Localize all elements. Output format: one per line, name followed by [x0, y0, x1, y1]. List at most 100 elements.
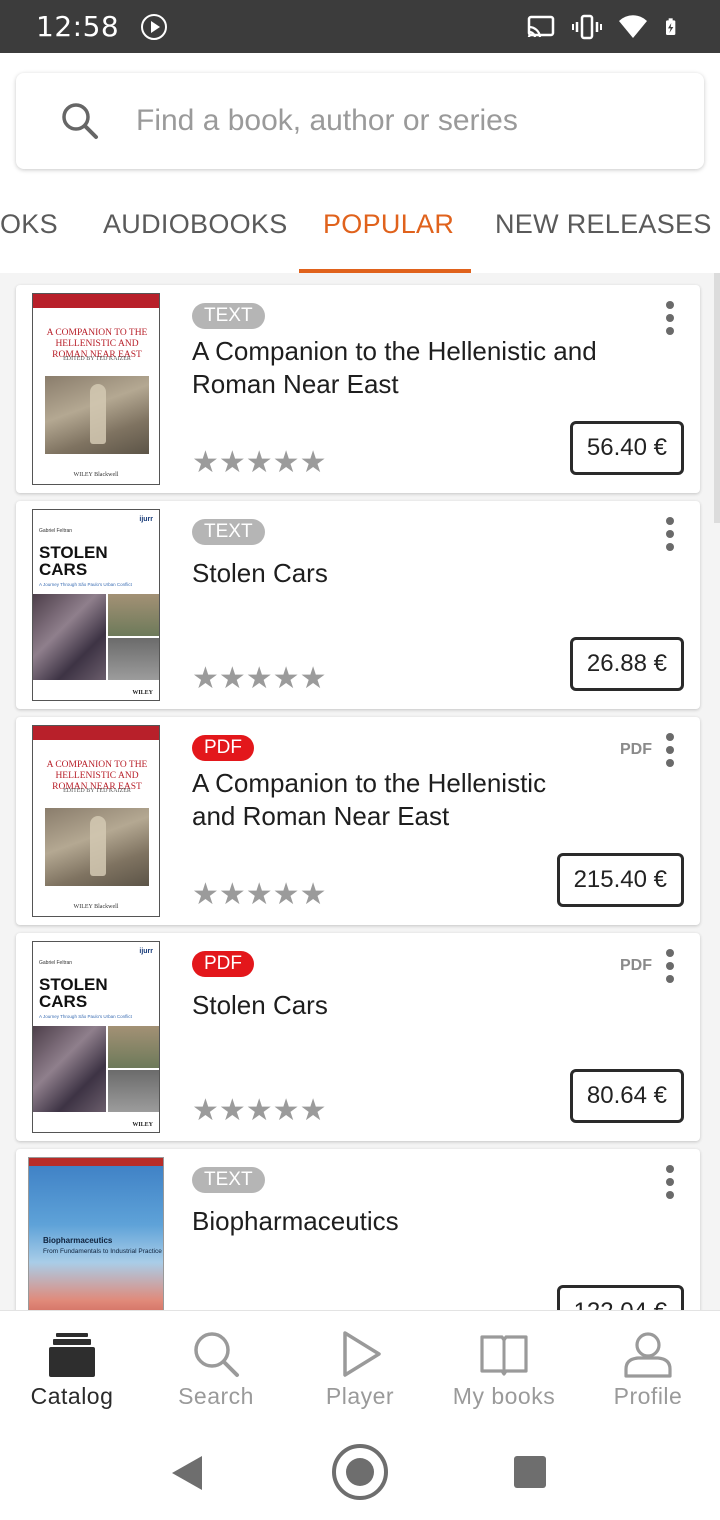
- play-icon: [343, 1331, 381, 1377]
- scrollbar[interactable]: [714, 273, 720, 523]
- cover-subtitle: A Journey Through São Paulo's Urban Conf…: [39, 1014, 132, 1019]
- cover-band: [33, 726, 159, 740]
- rating-stars: ★★★★★: [192, 662, 327, 695]
- book-card[interactable]: ijurr Gabriel Feltran STOLEN CARS A Jour…: [16, 933, 700, 1141]
- cover-band: [33, 294, 159, 308]
- statue-figure: [90, 816, 106, 876]
- status-icons: [526, 14, 684, 40]
- nav-my-books[interactable]: My books: [432, 1311, 576, 1427]
- book-title[interactable]: Biopharmaceutics: [192, 1205, 652, 1238]
- nav-catalog[interactable]: Catalog: [0, 1311, 144, 1427]
- cover-subtitle: A Journey Through São Paulo's Urban Conf…: [39, 582, 132, 587]
- book-cover[interactable]: Biopharmaceutics From Fundamentals to In…: [28, 1157, 164, 1310]
- book-card[interactable]: ijurr Gabriel Feltran STOLEN CARS A Jour…: [16, 501, 700, 709]
- cover-title: Biopharmaceutics: [43, 1236, 113, 1245]
- tab-popular[interactable]: POPULAR: [323, 209, 454, 240]
- recent-apps-icon[interactable]: [514, 1456, 546, 1488]
- price-button[interactable]: 26.88 €: [569, 637, 684, 691]
- cover-artwork: [45, 376, 149, 454]
- more-options-icon[interactable]: [664, 1165, 676, 1199]
- price-button[interactable]: 80.64 €: [569, 1069, 684, 1123]
- nav-label: Player: [325, 1383, 395, 1409]
- cover-brand: ijurr: [139, 948, 153, 955]
- nav-label: Search: [178, 1383, 254, 1409]
- wifi-icon: [619, 14, 647, 38]
- book-cover[interactable]: ijurr Gabriel Feltran STOLEN CARS A Jour…: [32, 509, 160, 701]
- rating-stars: ★★★★★: [192, 446, 327, 479]
- format-label: PDF: [620, 957, 652, 974]
- media-play-status-icon: [141, 13, 168, 40]
- rating-stars: ★★★★★: [192, 1094, 327, 1127]
- price-button[interactable]: 56.40 €: [569, 421, 684, 475]
- book-cover[interactable]: A COMPANION TO THE HELLENISTIC AND ROMAN…: [32, 293, 160, 485]
- format-badge: TEXT: [192, 519, 265, 545]
- cover-publisher: WILEY: [132, 690, 153, 696]
- nav-label: Catalog: [30, 1383, 114, 1409]
- cover-title: STOLEN CARS: [39, 543, 108, 579]
- format-badge: TEXT: [192, 1167, 265, 1193]
- cover-editor: EDITED BY TED KAIZER: [63, 788, 131, 794]
- format-label: PDF: [620, 741, 652, 758]
- status-bar: 12:58: [0, 0, 720, 53]
- tab-ebooks[interactable]: OKS: [0, 209, 58, 240]
- book-cover[interactable]: ijurr Gabriel Feltran STOLEN CARS A Jour…: [32, 941, 160, 1133]
- format-badge: TEXT: [192, 303, 265, 329]
- catalog-header: OKS AUDIOBOOKS POPULAR NEW RELEASES: [0, 53, 720, 273]
- more-options-icon[interactable]: [664, 517, 676, 551]
- cover-subtitle: From Fundamentals to Industrial Practice: [43, 1248, 162, 1255]
- book-card[interactable]: A COMPANION TO THE HELLENISTIC AND ROMAN…: [16, 717, 700, 925]
- nav-label: My books: [452, 1383, 556, 1409]
- book-list[interactable]: A COMPANION TO THE HELLENISTIC AND ROMAN…: [0, 273, 720, 1310]
- cover-publisher: WILEY: [132, 1122, 153, 1128]
- format-badge: PDF: [192, 735, 254, 761]
- more-options-icon[interactable]: [664, 949, 676, 983]
- nav-search[interactable]: Search: [144, 1311, 288, 1427]
- home-icon[interactable]: [332, 1444, 388, 1500]
- more-options-icon[interactable]: [664, 733, 676, 767]
- tab-audiobooks[interactable]: AUDIOBOOKS: [103, 209, 288, 240]
- catalog-icon: [49, 1333, 95, 1377]
- cover-editor: EDITED BY TED KAIZER: [63, 356, 131, 362]
- cover-artwork: [45, 808, 149, 886]
- book-card[interactable]: A COMPANION TO THE HELLENISTIC AND ROMAN…: [16, 285, 700, 493]
- nav-label: Profile: [613, 1383, 683, 1409]
- statue-figure: [90, 384, 106, 444]
- book-title[interactable]: Stolen Cars: [192, 557, 652, 590]
- search-input[interactable]: [136, 104, 656, 138]
- book-card[interactable]: Biopharmaceutics From Fundamentals to In…: [16, 1149, 700, 1310]
- book-title[interactable]: Stolen Cars: [192, 989, 652, 1022]
- book-title[interactable]: A Companion to the Hellenistic and Roman…: [192, 767, 592, 833]
- cover-photo-grid: [33, 1026, 159, 1112]
- search-bar[interactable]: [16, 73, 704, 169]
- cover-publisher: WILEY Blackwell: [73, 904, 119, 910]
- cover-title: STOLEN CARS: [39, 975, 108, 1011]
- book-title[interactable]: A Companion to the Hellenistic and Roman…: [192, 335, 652, 401]
- back-icon[interactable]: [172, 1456, 202, 1490]
- category-tabs: OKS AUDIOBOOKS POPULAR NEW RELEASES: [0, 193, 720, 273]
- book-open-icon: [480, 1335, 528, 1376]
- battery-icon: [666, 17, 676, 35]
- cover-publisher: WILEY Blackwell: [73, 472, 119, 478]
- nav-player[interactable]: Player: [288, 1311, 432, 1427]
- cover-author: Gabriel Feltran: [39, 528, 73, 534]
- bottom-navigation: Catalog Search Player My books Profile: [0, 1310, 720, 1426]
- rating-stars: ★★★★★: [192, 878, 327, 911]
- tab-new-releases[interactable]: NEW RELEASES: [495, 209, 712, 240]
- price-button[interactable]: 215.40 €: [556, 853, 684, 907]
- price-button[interactable]: 122.04 €: [556, 1285, 684, 1310]
- profile-icon: [624, 1332, 672, 1378]
- cover-author: Gabriel Feltran: [39, 960, 73, 966]
- cover-band: [29, 1158, 163, 1166]
- vibrate-icon: [572, 14, 602, 39]
- search-icon: [194, 1332, 239, 1377]
- status-time: 12:58: [36, 10, 120, 43]
- more-options-icon[interactable]: [664, 301, 676, 335]
- cover-photo-grid: [33, 594, 159, 680]
- nav-profile[interactable]: Profile: [576, 1311, 720, 1427]
- cover-brand: ijurr: [139, 516, 153, 523]
- book-cover[interactable]: A COMPANION TO THE HELLENISTIC AND ROMAN…: [32, 725, 160, 917]
- format-badge: PDF: [192, 951, 254, 977]
- search-icon: [62, 103, 98, 139]
- system-navigation-bar: [0, 1426, 720, 1520]
- cast-icon: [527, 15, 555, 37]
